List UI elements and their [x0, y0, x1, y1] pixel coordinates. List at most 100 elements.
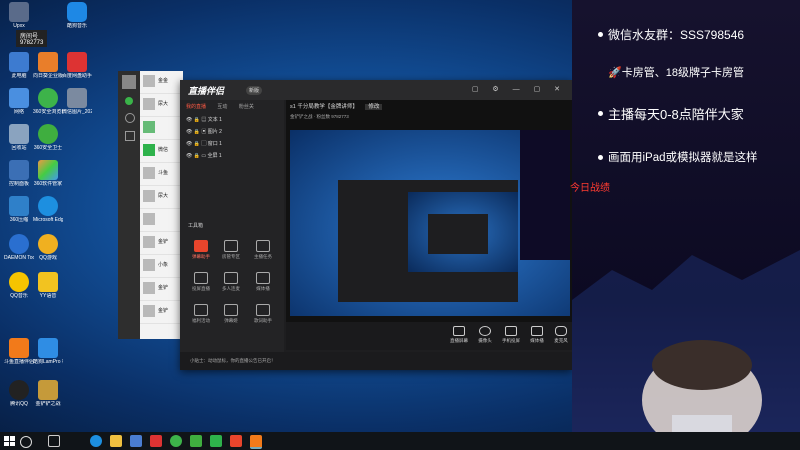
- desktop-icon-recycle[interactable]: 回收站: [4, 124, 34, 151]
- preview-canvas: [290, 130, 570, 316]
- icon-label: 回收站: [11, 145, 27, 151]
- app-taskbar-icon[interactable]: [150, 435, 162, 447]
- icon-label: 360安全浏览器: [33, 109, 63, 115]
- icon-label: QQ音乐: [10, 293, 28, 299]
- tool-room-admin[interactable]: 房管专区: [216, 240, 246, 260]
- explorer-icon[interactable]: [110, 435, 122, 447]
- desktop-icon-360manager[interactable]: 360软件管家: [33, 160, 63, 187]
- icon-label: 酷狗音乐: [66, 23, 87, 29]
- douyu-taskbar-icon[interactable]: [250, 435, 262, 449]
- rocket-icon: 🚀: [608, 67, 622, 79]
- version-badge[interactable]: 新版: [246, 86, 263, 95]
- desktop-icon-sunflower[interactable]: 向日葵企业版: [33, 52, 63, 79]
- qq-music-icon: [9, 272, 29, 292]
- layer-item[interactable]: 👁 🔒 ▭ 全屏 1: [180, 150, 284, 162]
- tool-danmu-ji[interactable]: 弹幕姬: [216, 304, 246, 324]
- chat-icon[interactable]: [125, 97, 133, 105]
- desktop-icon-jinchanchan[interactable]: 金铲铲之战: [33, 380, 63, 407]
- icon-label: 腾讯QQ: [10, 401, 28, 407]
- desktop-icon-lampro[interactable]: 酷狗LamPro 机器: [33, 338, 63, 365]
- task-view-icon[interactable]: [48, 435, 60, 447]
- phone-cast-button[interactable]: 手机投屏: [498, 326, 524, 344]
- contacts-icon[interactable]: [125, 113, 135, 123]
- list-item[interactable]: 金金: [140, 71, 183, 94]
- bullet-icon: [598, 32, 603, 37]
- icon-label: 此电脑: [11, 73, 27, 79]
- yy-icon: [38, 272, 58, 292]
- live-companion-taskbar-icon[interactable]: [230, 435, 242, 447]
- window-controls[interactable]: ▢ ⚙ — ▢ ✕: [472, 85, 566, 93]
- tool-tasks[interactable]: 主播任务: [248, 240, 278, 260]
- tool-media[interactable]: 媒体播: [248, 272, 278, 292]
- list-item[interactable]: 金铲: [140, 278, 183, 301]
- nested-preview-inner: [428, 214, 488, 254]
- list-item[interactable]: 斗鱼: [140, 163, 183, 186]
- edge-taskbar-icon[interactable]: [90, 435, 102, 447]
- list-item[interactable]: 金铲: [140, 301, 183, 324]
- desktop-icon-douyu[interactable]: 斗鱼直播伴侣: [4, 338, 34, 365]
- desktop-icon-network[interactable]: 网络: [4, 88, 34, 115]
- camera-button[interactable]: 摄像头: [472, 326, 498, 344]
- stream-meta: 金铲铲之战 · 粉丝数 9782773: [290, 114, 349, 119]
- desktop-icon-wechat-image[interactable]: 微信图片_2021091...: [62, 88, 92, 115]
- browser-taskbar-icon[interactable]: [170, 435, 182, 447]
- desktop-icon-qqmusic[interactable]: QQ音乐: [4, 272, 34, 299]
- avatar[interactable]: [122, 75, 136, 89]
- wechat-taskbar-icon[interactable]: [210, 435, 222, 447]
- store-icon[interactable]: [130, 435, 142, 447]
- desktop-icon-kugou[interactable]: 酷狗音乐: [62, 2, 92, 29]
- list-item[interactable]: [140, 117, 183, 140]
- microphone-button[interactable]: 麦克风: [548, 326, 574, 344]
- desktop-icon-yy[interactable]: YY语音: [33, 272, 63, 299]
- lampro-icon: [38, 338, 58, 358]
- icon-label: 向日葵企业版: [33, 73, 63, 79]
- baidu-icon: [67, 52, 87, 72]
- layer-item[interactable]: 👁 🔒 ▣ 图片 2: [180, 126, 284, 138]
- app-logo: 直播伴侣: [188, 86, 225, 96]
- list-item[interactable]: [140, 209, 183, 232]
- desktop-icon-baidu[interactable]: 百度网盘助手: [62, 52, 92, 79]
- tool-cast[interactable]: 投屏直播: [186, 272, 216, 292]
- list-item[interactable]: 小象: [140, 255, 183, 278]
- desktop-icon-edge[interactable]: Microsoft Edge: [33, 196, 63, 223]
- search-icon[interactable]: [20, 436, 32, 448]
- stream-preview: s1 千分局教学【金牌讲师】 修改 金铲铲之战 · 粉丝数 9782773: [286, 100, 572, 322]
- list-item[interactable]: 尿大: [140, 186, 183, 209]
- nested-preview: [408, 192, 518, 272]
- desktop-icon-this-pc[interactable]: 此电脑: [4, 52, 34, 79]
- icon-label: QQ游戏: [39, 255, 57, 261]
- icon-label: 酷狗LamPro 机器: [33, 359, 63, 365]
- room-number-label: 房间号 9782773: [16, 30, 48, 47]
- tab-my-stream[interactable]: 我的直播: [186, 104, 206, 110]
- tool-danmu[interactable]: 弹幕助手: [186, 240, 216, 260]
- list-item[interactable]: 尿大: [140, 94, 183, 117]
- tab-interact[interactable]: 互动: [217, 104, 227, 110]
- desktop-icon-qqgame[interactable]: QQ游戏: [33, 234, 63, 261]
- battle-record-label: 今日战绩: [570, 183, 610, 194]
- windows-start-icon[interactable]: [4, 436, 15, 446]
- list-item[interactable]: 金铲: [140, 232, 183, 255]
- desktop-icon-upxx[interactable]: Upxx: [4, 2, 34, 29]
- screen-capture-button[interactable]: 直播屏幕: [446, 326, 472, 344]
- edit-title-button[interactable]: 修改: [365, 104, 383, 110]
- qq-game-icon: [38, 234, 58, 254]
- shield-taskbar-icon[interactable]: [190, 435, 202, 447]
- layer-item[interactable]: 👁 🔒 ▤ 文本 1: [180, 114, 284, 126]
- media-button[interactable]: 媒体播: [524, 326, 550, 344]
- favorites-icon[interactable]: [125, 131, 135, 141]
- app-status-line: 小贴士：动动鼠标，你的直播公告已开启！: [180, 352, 582, 370]
- layer-item[interactable]: 👁 🔒 ▢ 窗口 1: [180, 138, 284, 150]
- desktop-icon-360zip[interactable]: 360压缩: [4, 196, 34, 223]
- tool-events[interactable]: 福利活动: [186, 304, 216, 324]
- desktop-icon-daemon[interactable]: DAEMON Tools Lite: [4, 234, 34, 261]
- desktop-icon-qq[interactable]: 腾讯QQ: [4, 380, 34, 407]
- desktop-icon-360browser[interactable]: 360安全浏览器: [33, 88, 63, 115]
- desktop-icon-control-panel[interactable]: 控制面板: [4, 160, 34, 187]
- bullet-icon: [598, 155, 603, 160]
- stream-title: s1 千分局教学【金牌讲师】 修改: [286, 100, 572, 114]
- tool-multi-mic[interactable]: 多人连麦: [216, 272, 246, 292]
- tool-lyrics[interactable]: 歌词助手: [248, 304, 278, 324]
- tab-fans[interactable]: 粉丝关: [239, 104, 254, 110]
- list-item[interactable]: 微信: [140, 140, 183, 163]
- desktop-icon-360safe[interactable]: 360安全卫士: [33, 124, 63, 151]
